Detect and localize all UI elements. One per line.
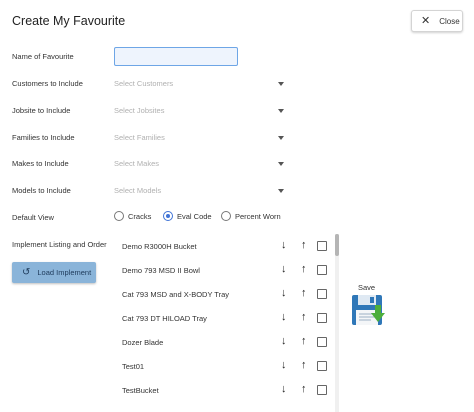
list-item: Dozer Blade ↓ ↑ [114,335,336,351]
dialog-title: Create My Favourite [12,14,126,28]
list-item: TestBucket ↓ ↑ [114,383,336,399]
implement-checkbox[interactable] [317,241,327,251]
radio-eval-code[interactable]: Eval Code [163,211,221,221]
models-select[interactable]: Select Models [114,185,286,199]
radio-label-percent-worn: Percent Worn [235,211,281,221]
implement-name: Cat 793 MSD and X-BODY Tray [122,290,229,299]
chevron-down-icon [278,136,284,140]
implement-checkbox[interactable] [317,265,327,275]
implement-name: Cat 793 DT HILOAD Tray [122,314,207,323]
radio-circle [114,211,124,221]
makes-select[interactable]: Select Makes [114,158,286,172]
families-select[interactable]: Select Families [114,132,286,146]
radio-label-eval-code: Eval Code [177,211,212,221]
implement-checkbox[interactable] [317,361,327,371]
name-of-favourite-label: Name of Favourite [12,52,74,61]
implement-list-scrollbar[interactable] [335,234,339,412]
arrow-up-icon[interactable]: ↑ [301,360,307,371]
implement-checkbox[interactable] [317,289,327,299]
jobsites-placeholder: Select Jobsites [114,106,165,115]
scrollbar-thumb[interactable] [335,234,339,256]
list-item: Demo 793 MSD II Bowl ↓ ↑ [114,263,336,279]
arrow-up-icon[interactable]: ↑ [301,312,307,323]
arrow-down-icon[interactable]: ↓ [281,360,287,371]
arrow-down-icon[interactable]: ↓ [281,312,287,323]
implement-checkbox[interactable] [317,313,327,323]
jobsites-select[interactable]: Select Jobsites [114,105,286,119]
save-label: Save [358,283,376,292]
implement-list: Demo R3000H Bucket ↓ ↑ Demo 793 MSD II B… [114,236,336,412]
customers-select[interactable]: Select Customers [114,78,286,92]
radio-circle [163,211,173,221]
floppy-disk-icon[interactable] [351,293,387,329]
families-label: Families to Include [12,133,75,142]
customers-label: Customers to Include [12,79,83,88]
implement-name: Demo 793 MSD II Bowl [122,266,200,275]
radio-percent-worn[interactable]: Percent Worn [221,211,281,221]
customers-placeholder: Select Customers [114,79,174,88]
close-button-label: Close [439,16,460,26]
implement-name: Test01 [122,362,145,371]
makes-placeholder: Select Makes [114,159,160,168]
models-placeholder: Select Models [114,186,162,195]
load-implement-label: Load Implement [37,268,92,277]
implement-name: TestBucket [122,386,159,395]
arrow-up-icon[interactable]: ↑ [301,264,307,275]
arrow-up-icon[interactable]: ↑ [301,384,307,395]
close-button[interactable]: ✕ Close [411,10,463,32]
chevron-down-icon [278,162,284,166]
arrow-down-icon[interactable]: ↓ [281,336,287,347]
jobsites-label: Jobsite to Include [12,106,71,115]
list-item: Cat 793 MSD and X-BODY Tray ↓ ↑ [114,287,336,303]
default-view-radio-group: Cracks Eval Code Percent Worn [114,211,281,221]
favourite-name-input[interactable] [114,47,238,66]
arrow-up-icon[interactable]: ↑ [301,336,307,347]
load-implement-button[interactable]: ↺ Load Implement [12,262,96,283]
radio-label-cracks: Cracks [128,211,152,221]
default-view-label: Default View [12,213,54,222]
arrow-up-icon[interactable]: ↑ [301,288,307,299]
close-icon: ✕ [421,14,431,27]
arrow-up-icon[interactable]: ↑ [301,240,307,251]
arrow-down-icon[interactable]: ↓ [281,384,287,395]
implement-name: Dozer Blade [122,338,164,347]
implement-checkbox[interactable] [317,337,327,347]
chevron-down-icon [278,189,284,193]
implement-listing-label: Implement Listing and Order [12,240,107,249]
families-placeholder: Select Families [114,133,165,142]
arrow-down-icon[interactable]: ↓ [281,264,287,275]
implement-checkbox[interactable] [317,385,327,395]
list-item: Cat 793 DT HILOAD Tray ↓ ↑ [114,311,336,327]
radio-cracks[interactable]: Cracks [114,211,163,221]
list-item: Test01 ↓ ↑ [114,359,336,375]
implement-name: Demo R3000H Bucket [122,242,197,251]
chevron-down-icon [278,82,284,86]
list-item: Demo R3000H Bucket ↓ ↑ [114,239,336,255]
arrow-down-icon[interactable]: ↓ [281,240,287,251]
models-label: Models to Include [12,186,71,195]
arrow-down-icon[interactable]: ↓ [281,288,287,299]
radio-circle [221,211,231,221]
undo-icon: ↺ [22,266,31,278]
makes-label: Makes to Include [12,159,69,168]
chevron-down-icon [278,109,284,113]
